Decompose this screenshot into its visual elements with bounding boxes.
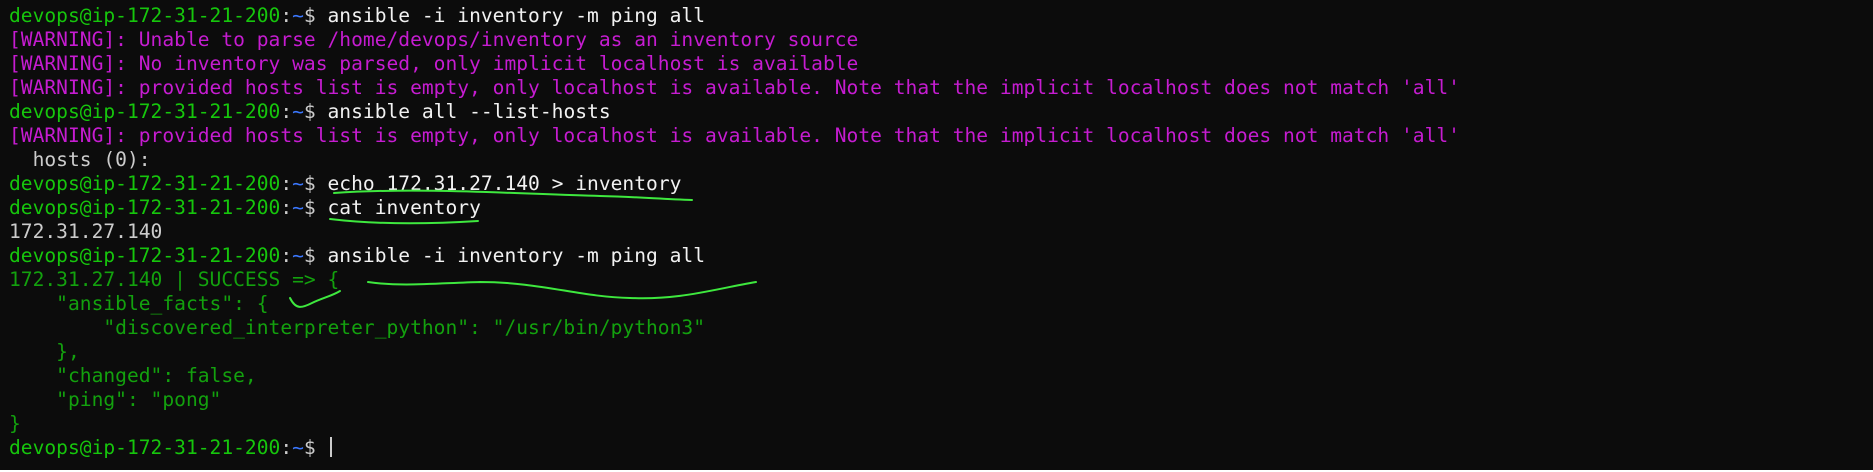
terminal-output: devops@ip-172-31-21-200:~$ ansible -i in… bbox=[9, 4, 1460, 460]
success-output-line-text: "discovered_interpreter_python": "/usr/b… bbox=[9, 316, 705, 339]
command-text: echo 172.31.27.140 > inventory bbox=[327, 172, 682, 195]
prompt-separator: : bbox=[280, 172, 293, 195]
prompt-line: devops@ip-172-31-21-200:~$ echo 172.31.2… bbox=[9, 172, 1460, 196]
prompt-line: devops@ip-172-31-21-200:~$ bbox=[9, 436, 1460, 460]
prompt-path: ~ bbox=[292, 436, 304, 459]
output-line-text: 172.31.27.140 bbox=[9, 220, 163, 243]
success-output-line: "ansible_facts": { bbox=[9, 292, 1460, 316]
prompt-symbol: $ bbox=[303, 436, 328, 459]
success-output-line: "discovered_interpreter_python": "/usr/b… bbox=[9, 316, 1460, 340]
prompt-symbol: $ bbox=[303, 4, 328, 27]
output-line: hosts (0): bbox=[9, 148, 1460, 172]
prompt-symbol: $ bbox=[303, 100, 328, 123]
success-output-line-text: "ansible_facts": { bbox=[9, 292, 269, 315]
prompt-separator: : bbox=[280, 100, 293, 123]
prompt-user-host: devops@ip-172-31-21-200 bbox=[9, 244, 281, 267]
success-output-line: } bbox=[9, 412, 1460, 436]
prompt-user-host: devops@ip-172-31-21-200 bbox=[9, 436, 281, 459]
prompt-user-host: devops@ip-172-31-21-200 bbox=[9, 4, 281, 27]
terminal-window[interactable]: devops@ip-172-31-21-200:~$ ansible -i in… bbox=[0, 0, 1873, 470]
warning-line-text: [WARNING]: Unable to parse /home/devops/… bbox=[9, 28, 859, 51]
prompt-separator: : bbox=[280, 4, 293, 27]
success-output-line-text: } bbox=[9, 412, 21, 435]
success-output-line-text: 172.31.27.140 | SUCCESS => { bbox=[9, 268, 340, 291]
success-output-line: 172.31.27.140 | SUCCESS => { bbox=[9, 268, 1460, 292]
prompt-path: ~ bbox=[292, 100, 304, 123]
prompt-path: ~ bbox=[292, 244, 304, 267]
prompt-separator: : bbox=[280, 436, 293, 459]
prompt-separator: : bbox=[280, 244, 293, 267]
warning-line: [WARNING]: Unable to parse /home/devops/… bbox=[9, 28, 1460, 52]
prompt-user-host: devops@ip-172-31-21-200 bbox=[9, 100, 281, 123]
warning-line: [WARNING]: No inventory was parsed, only… bbox=[9, 52, 1460, 76]
output-line-text: hosts (0): bbox=[9, 148, 151, 171]
prompt-path: ~ bbox=[292, 172, 304, 195]
warning-line-text: [WARNING]: provided hosts list is empty,… bbox=[9, 124, 1460, 147]
prompt-user-host: devops@ip-172-31-21-200 bbox=[9, 172, 281, 195]
prompt-line: devops@ip-172-31-21-200:~$ ansible -i in… bbox=[9, 244, 1460, 268]
prompt-path: ~ bbox=[292, 4, 304, 27]
prompt-line: devops@ip-172-31-21-200:~$ ansible -i in… bbox=[9, 4, 1460, 28]
prompt-symbol: $ bbox=[303, 244, 328, 267]
prompt-user-host: devops@ip-172-31-21-200 bbox=[9, 196, 281, 219]
prompt-symbol: $ bbox=[303, 196, 328, 219]
prompt-path: ~ bbox=[292, 196, 304, 219]
command-text: ansible -i inventory -m ping all bbox=[327, 244, 706, 267]
text-cursor[interactable] bbox=[329, 437, 332, 457]
warning-line: [WARNING]: provided hosts list is empty,… bbox=[9, 76, 1460, 100]
success-output-line-text: }, bbox=[9, 340, 80, 363]
prompt-line: devops@ip-172-31-21-200:~$ cat inventory bbox=[9, 196, 1460, 220]
success-output-line-text: "changed": false, bbox=[9, 364, 257, 387]
warning-line-text: [WARNING]: provided hosts list is empty,… bbox=[9, 76, 1460, 99]
warning-line: [WARNING]: provided hosts list is empty,… bbox=[9, 124, 1460, 148]
command-text: ansible -i inventory -m ping all bbox=[327, 4, 706, 27]
success-output-line: "changed": false, bbox=[9, 364, 1460, 388]
command-text: ansible all --list-hosts bbox=[327, 100, 611, 123]
prompt-separator: : bbox=[280, 196, 293, 219]
command-text: cat inventory bbox=[327, 196, 481, 219]
output-line: 172.31.27.140 bbox=[9, 220, 1460, 244]
prompt-line: devops@ip-172-31-21-200:~$ ansible all -… bbox=[9, 100, 1460, 124]
success-output-line: "ping": "pong" bbox=[9, 388, 1460, 412]
prompt-symbol: $ bbox=[303, 172, 328, 195]
success-output-line: }, bbox=[9, 340, 1460, 364]
warning-line-text: [WARNING]: No inventory was parsed, only… bbox=[9, 52, 859, 75]
success-output-line-text: "ping": "pong" bbox=[9, 388, 222, 411]
